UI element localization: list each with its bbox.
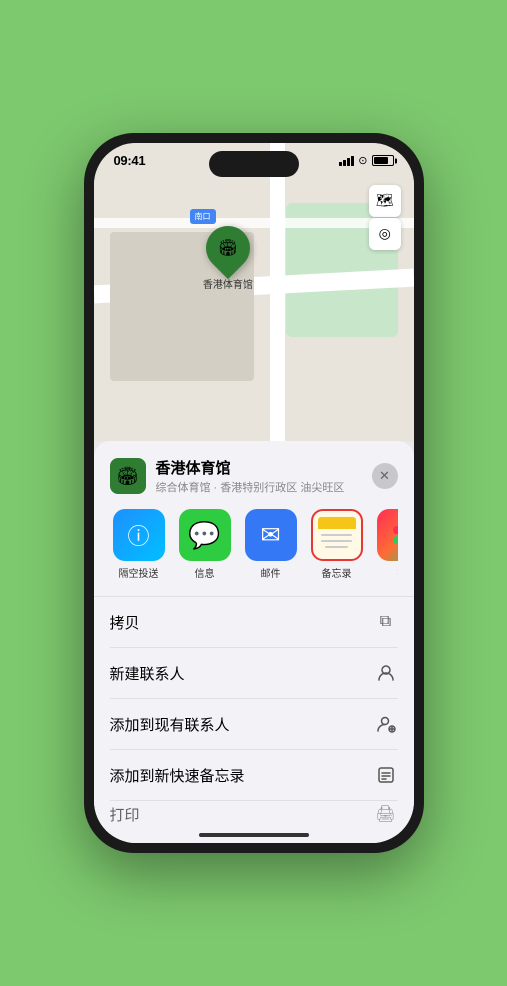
phone-frame: 09:41 ⊙ bbox=[84, 133, 424, 853]
close-button[interactable]: ✕ bbox=[372, 463, 398, 489]
action-row-quick-note[interactable]: 添加到新快速备忘录 bbox=[110, 750, 398, 801]
location-icon: 🏟 bbox=[110, 458, 146, 494]
action-label-quick-note: 添加到新快速备忘录 bbox=[110, 765, 245, 786]
location-name: 香港体育馆 bbox=[156, 457, 362, 478]
map-pin: 🏟 香港体育馆 bbox=[203, 226, 253, 291]
share-item-airdrop[interactable]: ⓘ 隔空投送 bbox=[110, 509, 168, 580]
airdrop-label: 隔空投送 bbox=[119, 565, 159, 580]
home-indicator bbox=[199, 833, 309, 837]
phone-screen: 09:41 ⊙ bbox=[94, 143, 414, 843]
notes-line-3 bbox=[325, 546, 348, 548]
notes-header-bar bbox=[318, 517, 356, 529]
action-label-add-contact: 添加到现有联系人 bbox=[110, 714, 230, 735]
map-road-v1 bbox=[270, 143, 285, 441]
airdrop-icon: ⓘ bbox=[113, 509, 165, 561]
pin-emoji: 🏟 bbox=[218, 238, 238, 258]
messages-label: 信息 bbox=[195, 565, 215, 580]
action-row-print[interactable]: 打印 🖨 bbox=[110, 801, 398, 827]
share-item-messages[interactable]: 💬 信息 bbox=[176, 509, 234, 580]
bottom-sheet: 🏟 香港体育馆 综合体育馆 · 香港特别行政区 油尖旺区 ✕ ⓘ 隔空投送 bbox=[94, 441, 414, 843]
action-label-print: 打印 bbox=[110, 804, 140, 825]
more-icon bbox=[377, 509, 398, 561]
notes-label: 备忘录 bbox=[322, 565, 352, 580]
map-block-2 bbox=[110, 307, 254, 382]
add-contact-icon bbox=[374, 712, 398, 736]
quick-note-icon bbox=[374, 763, 398, 787]
map-canvas: 南口 🏟 香港体育馆 🗺 bbox=[94, 143, 414, 441]
action-label-copy: 拷贝 bbox=[110, 612, 140, 633]
map-road-h2 bbox=[94, 218, 414, 228]
map-type-button[interactable]: 🗺 bbox=[369, 185, 401, 217]
print-icon: 🖨 bbox=[374, 802, 398, 826]
location-info: 香港体育馆 综合体育馆 · 香港特别行政区 油尖旺区 bbox=[156, 457, 362, 495]
pin-inner: 🏟 bbox=[212, 232, 244, 264]
share-item-more[interactable]: 推 bbox=[374, 509, 398, 580]
mail-icon: ✉ bbox=[245, 509, 297, 561]
status-time: 09:41 bbox=[114, 153, 146, 168]
action-row-add-contact[interactable]: 添加到现有联系人 bbox=[110, 699, 398, 750]
share-item-notes[interactable]: 备忘录 bbox=[308, 509, 366, 580]
wifi-icon: ⊙ bbox=[358, 154, 367, 167]
notes-line-2 bbox=[321, 540, 351, 542]
signal-icon bbox=[339, 156, 354, 166]
status-icons: ⊙ bbox=[339, 154, 393, 167]
action-row-copy[interactable]: 拷贝 ⧉ bbox=[110, 597, 398, 648]
location-subtitle: 综合体育馆 · 香港特别行政区 油尖旺区 bbox=[156, 479, 362, 495]
dynamic-island bbox=[209, 151, 299, 177]
mail-label: 邮件 bbox=[261, 565, 281, 580]
notes-line-1 bbox=[321, 534, 351, 536]
location-button[interactable]: ◎ bbox=[369, 218, 401, 250]
pin-icon-circle: 🏟 bbox=[197, 217, 259, 279]
map-controls: 🗺 ◎ bbox=[369, 185, 401, 250]
share-item-mail[interactable]: ✉ 邮件 bbox=[242, 509, 300, 580]
action-row-new-contact[interactable]: 新建联系人 bbox=[110, 648, 398, 699]
share-row: ⓘ 隔空投送 💬 信息 ✉ 邮件 bbox=[110, 509, 398, 580]
location-header: 🏟 香港体育馆 综合体育馆 · 香港特别行政区 油尖旺区 ✕ bbox=[110, 457, 398, 495]
map-label-nankou: 南口 bbox=[190, 209, 216, 224]
map-area[interactable]: 南口 🏟 香港体育馆 🗺 bbox=[94, 143, 414, 441]
action-label-new-contact: 新建联系人 bbox=[110, 663, 185, 684]
messages-icon: 💬 bbox=[179, 509, 231, 561]
copy-icon: ⧉ bbox=[374, 610, 398, 634]
new-contact-icon bbox=[374, 661, 398, 685]
notes-icon bbox=[311, 509, 363, 561]
battery-icon bbox=[372, 155, 394, 166]
